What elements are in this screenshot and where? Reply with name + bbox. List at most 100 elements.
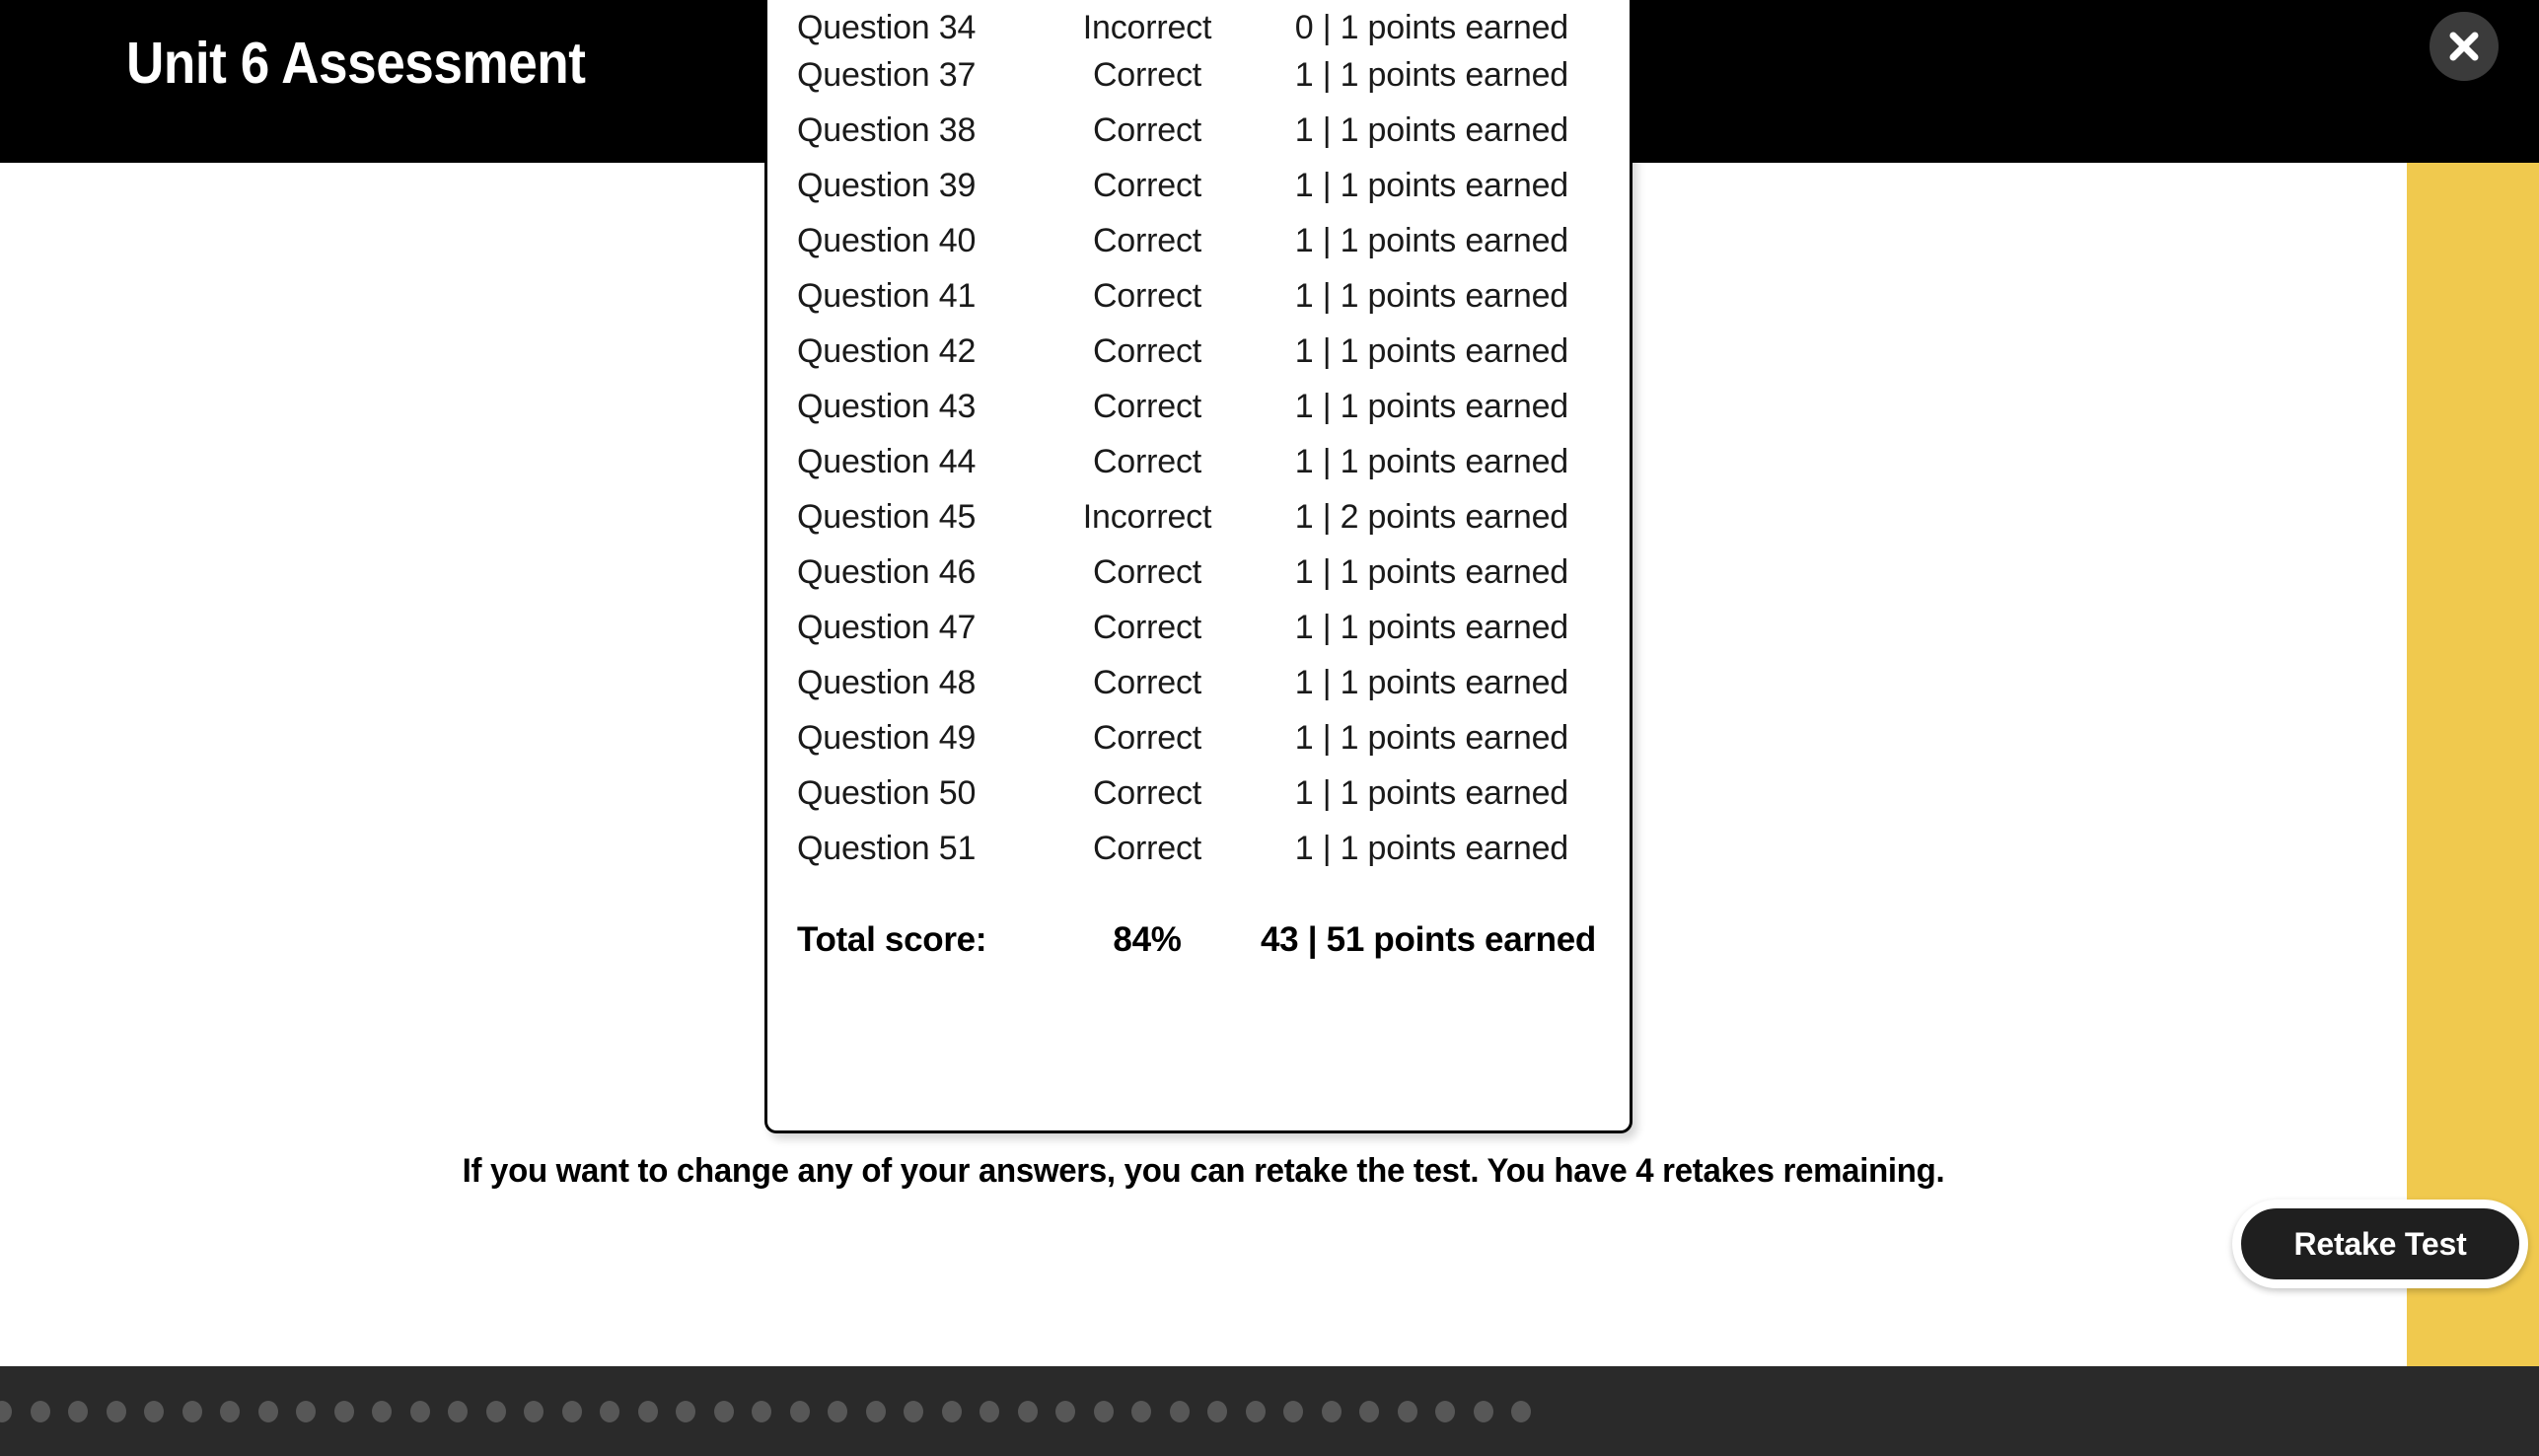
footer-dot[interactable] bbox=[789, 1400, 810, 1422]
footer-dot[interactable] bbox=[941, 1400, 962, 1422]
results-table-card: Question 34 Incorrect 0 | 1 points earned Q… bbox=[764, 0, 1632, 1133]
status-badge: Correct bbox=[1092, 552, 1202, 591]
footer-dot[interactable] bbox=[144, 1400, 164, 1422]
points-earned: 1 | 1 points earned bbox=[1294, 442, 1568, 480]
footer-dot[interactable] bbox=[0, 1400, 12, 1422]
footer-dot[interactable] bbox=[1435, 1400, 1455, 1422]
question-label: Question 44 bbox=[797, 442, 977, 480]
points-earned: 1 | 1 points earned bbox=[1294, 387, 1568, 425]
question-label: Question 51 bbox=[797, 829, 977, 867]
question-label: Question 45 bbox=[797, 497, 977, 536]
points-earned: 1 | 1 points earned bbox=[1294, 276, 1568, 315]
footer-dot[interactable] bbox=[1055, 1400, 1075, 1422]
points-earned: 1 | 1 points earned bbox=[1294, 608, 1568, 646]
footer-dot[interactable] bbox=[1131, 1400, 1151, 1422]
status-badge: Correct bbox=[1092, 829, 1202, 867]
footer-dot[interactable] bbox=[828, 1400, 847, 1422]
table-row: Question 42 Correct 1 | 1 points earned bbox=[767, 324, 1630, 379]
total-score-points: 43 | 51 points earned bbox=[1261, 920, 1597, 959]
footer-dot[interactable] bbox=[1359, 1400, 1379, 1422]
footer-dot[interactable] bbox=[448, 1400, 468, 1422]
question-label: Question 37 bbox=[797, 55, 977, 94]
footer-dot[interactable] bbox=[979, 1400, 999, 1422]
footer-dot[interactable] bbox=[1511, 1400, 1531, 1422]
footer-dot[interactable] bbox=[865, 1400, 886, 1422]
points-earned: 1 | 1 points earned bbox=[1294, 663, 1568, 701]
footer-progress-bar bbox=[0, 1366, 2539, 1456]
accent-band bbox=[2407, 163, 2539, 1366]
results-rows: Question 34 Incorrect 0 | 1 points earned Q… bbox=[767, 0, 1630, 876]
status-badge: Correct bbox=[1092, 608, 1202, 646]
points-earned: 1 | 1 points earned bbox=[1294, 331, 1568, 370]
points-earned: 1 | 1 points earned bbox=[1294, 829, 1568, 867]
total-score-percent: 84% bbox=[1113, 920, 1182, 959]
footer-dot[interactable] bbox=[1473, 1400, 1493, 1422]
question-label: Question 49 bbox=[797, 718, 977, 757]
footer-dot[interactable] bbox=[524, 1400, 544, 1422]
question-label: Question 47 bbox=[797, 608, 977, 646]
footer-dot[interactable] bbox=[181, 1400, 202, 1422]
question-label: Question 50 bbox=[797, 773, 977, 812]
footer-dot[interactable] bbox=[485, 1400, 506, 1422]
footer-dot[interactable] bbox=[68, 1400, 88, 1422]
footer-dot[interactable] bbox=[713, 1400, 734, 1422]
footer-dot[interactable] bbox=[296, 1400, 316, 1422]
total-score-label: Total score: bbox=[797, 920, 987, 959]
footer-dot[interactable] bbox=[1093, 1400, 1114, 1422]
status-badge: Correct bbox=[1092, 166, 1202, 204]
question-label: Question 42 bbox=[797, 331, 977, 370]
footer-dot[interactable] bbox=[561, 1400, 582, 1422]
table-row: Question 34 Incorrect 0 | 1 points earned bbox=[767, 0, 1630, 47]
footer-dots[interactable] bbox=[0, 1366, 1550, 1456]
footer-dot[interactable] bbox=[106, 1400, 126, 1422]
table-row: Question 44 Correct 1 | 1 points earned bbox=[767, 434, 1630, 489]
footer-dot[interactable] bbox=[676, 1400, 695, 1422]
table-row: Question 38 Correct 1 | 1 points earned bbox=[767, 103, 1630, 158]
footer-dot[interactable] bbox=[409, 1400, 430, 1422]
footer-dot[interactable] bbox=[1283, 1400, 1303, 1422]
results-scroll-area[interactable]: Question 34 Incorrect 0 | 1 points earned Q… bbox=[767, 0, 1630, 975]
footer-dot[interactable] bbox=[30, 1400, 50, 1422]
table-row: Question 49 Correct 1 | 1 points earned bbox=[767, 710, 1630, 765]
status-badge: Correct bbox=[1092, 110, 1202, 149]
table-row: Question 50 Correct 1 | 1 points earned bbox=[767, 765, 1630, 821]
question-label: Question 46 bbox=[797, 552, 977, 591]
question-label: Question 43 bbox=[797, 387, 977, 425]
footer-dot[interactable] bbox=[1169, 1400, 1190, 1422]
points-earned: 1 | 1 points earned bbox=[1294, 110, 1568, 149]
question-label: Question 48 bbox=[797, 663, 977, 701]
status-badge: Correct bbox=[1092, 773, 1202, 812]
footer-dot[interactable] bbox=[372, 1400, 392, 1422]
question-label: Question 39 bbox=[797, 166, 977, 204]
table-row: Question 47 Correct 1 | 1 points earned bbox=[767, 600, 1630, 655]
table-row: Question 39 Correct 1 | 1 points earned bbox=[767, 158, 1630, 213]
retake-note: If you want to change any of your answer… bbox=[462, 1152, 1945, 1190]
status-badge: Correct bbox=[1092, 442, 1202, 480]
footer-dot[interactable] bbox=[637, 1400, 658, 1422]
footer-dot[interactable] bbox=[257, 1400, 278, 1422]
footer-dot[interactable] bbox=[904, 1400, 923, 1422]
status-badge: Correct bbox=[1092, 276, 1202, 315]
footer-dot[interactable] bbox=[333, 1400, 354, 1422]
points-earned: 1 | 1 points earned bbox=[1294, 552, 1568, 591]
table-row: Question 51 Correct 1 | 1 points earned bbox=[767, 821, 1630, 876]
footer-dot[interactable] bbox=[1321, 1400, 1342, 1422]
footer-dot[interactable] bbox=[1207, 1400, 1227, 1422]
footer-dot[interactable] bbox=[752, 1400, 771, 1422]
question-label: Question 41 bbox=[797, 276, 977, 315]
footer-dot[interactable] bbox=[1397, 1400, 1417, 1422]
footer-dot[interactable] bbox=[1245, 1400, 1266, 1422]
assessment-results-page: Unit 6 Assessment Question 34 Incorrect 0 … bbox=[0, 0, 2539, 1456]
points-earned: 0 | 1 points earned bbox=[1294, 9, 1568, 46]
retake-test-button[interactable]: Retake Test bbox=[2232, 1200, 2528, 1288]
close-icon[interactable] bbox=[2430, 12, 2499, 81]
points-earned: 1 | 1 points earned bbox=[1294, 718, 1568, 757]
table-row: Question 48 Correct 1 | 1 points earned bbox=[767, 655, 1630, 710]
table-row: Question 46 Correct 1 | 1 points earned bbox=[767, 545, 1630, 600]
footer-dot[interactable] bbox=[220, 1400, 240, 1422]
points-earned: 1 | 2 points earned bbox=[1294, 497, 1568, 536]
footer-dot[interactable] bbox=[600, 1400, 619, 1422]
footer-dot[interactable] bbox=[1017, 1400, 1038, 1422]
page-title: Unit 6 Assessment bbox=[126, 31, 586, 96]
table-row: Question 41 Correct 1 | 1 points earned bbox=[767, 268, 1630, 324]
